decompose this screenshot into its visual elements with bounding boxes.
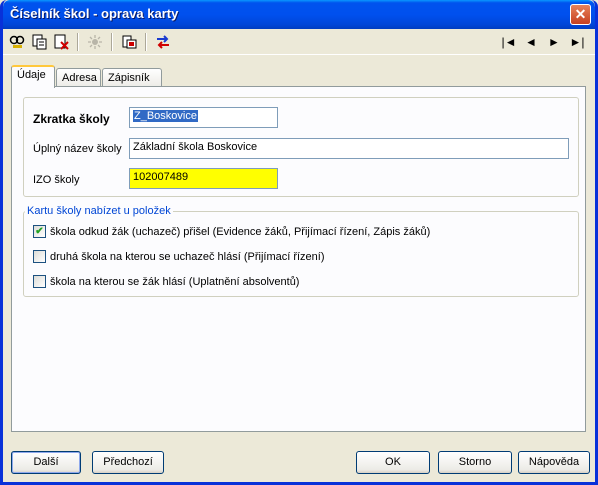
tab-udaje[interactable]: Údaje — [11, 65, 55, 88]
izo-label: IZO školy — [33, 174, 80, 186]
tab-zapisnik[interactable]: Zápisník — [102, 68, 162, 87]
option-row[interactable]: druhá škola na kterou se uchazeč hlásí (… — [33, 250, 325, 263]
nazev-label: Úplný název školy — [33, 143, 122, 155]
next-button[interactable]: Další — [11, 451, 81, 474]
next-record-icon[interactable]: ► — [544, 33, 564, 51]
option-row[interactable]: ✔ škola odkud žák (uchazeč) přišel (Evid… — [33, 225, 430, 238]
option-checkbox[interactable]: ✔ — [33, 225, 46, 238]
export-icon[interactable] — [119, 33, 139, 51]
ok-button[interactable]: OK — [356, 451, 430, 474]
zkratka-value: Z_Boskovice — [133, 110, 198, 122]
izo-field[interactable]: 102007489 — [129, 168, 278, 189]
window-title: Číselník škol - oprava karty — [10, 6, 179, 21]
previous-button[interactable]: Předchozí — [92, 451, 164, 474]
tab-adresa[interactable]: Adresa — [56, 68, 101, 87]
title-bar[interactable]: Číselník škol - oprava karty ✕ — [3, 0, 595, 29]
toolbar-separator — [111, 33, 113, 51]
delete-icon[interactable] — [51, 33, 71, 51]
toolbar: |◄ ◄ ► ►| — [3, 29, 595, 55]
close-button[interactable]: ✕ — [570, 4, 591, 25]
zkratka-label: Zkratka školy — [33, 112, 110, 126]
disabled-tool-icon — [85, 33, 105, 51]
swap-icon[interactable] — [153, 33, 173, 51]
option-checkbox[interactable] — [33, 275, 46, 288]
dialog-window: Číselník škol - oprava karty ✕ |◄ ◄ ► ►|… — [0, 0, 598, 485]
toolbar-separator — [145, 33, 147, 51]
option-row[interactable]: škola na kterou se žák hlásí (Uplatnění … — [33, 275, 299, 288]
offer-group-legend: Kartu školy nabízet u položek — [25, 205, 173, 217]
previous-record-icon[interactable]: ◄ — [521, 33, 541, 51]
help-button[interactable]: Nápověda — [518, 451, 590, 474]
zkratka-field[interactable]: Z_Boskovice — [129, 107, 278, 128]
toolbar-separator — [77, 33, 79, 51]
find-icon[interactable] — [7, 33, 27, 51]
option-checkbox[interactable] — [33, 250, 46, 263]
first-record-icon[interactable]: |◄ — [499, 33, 519, 51]
copy-icon[interactable] — [29, 33, 49, 51]
option-label: škola odkud žák (uchazeč) přišel (Eviden… — [50, 225, 431, 238]
option-label: škola na kterou se žák hlásí (Uplatnění … — [50, 275, 300, 288]
cancel-button[interactable]: Storno — [438, 451, 512, 474]
option-label: druhá škola na kterou se uchazeč hlásí (… — [50, 250, 325, 263]
nazev-field[interactable]: Základní škola Boskovice — [129, 138, 569, 159]
last-record-icon[interactable]: ►| — [567, 33, 587, 51]
